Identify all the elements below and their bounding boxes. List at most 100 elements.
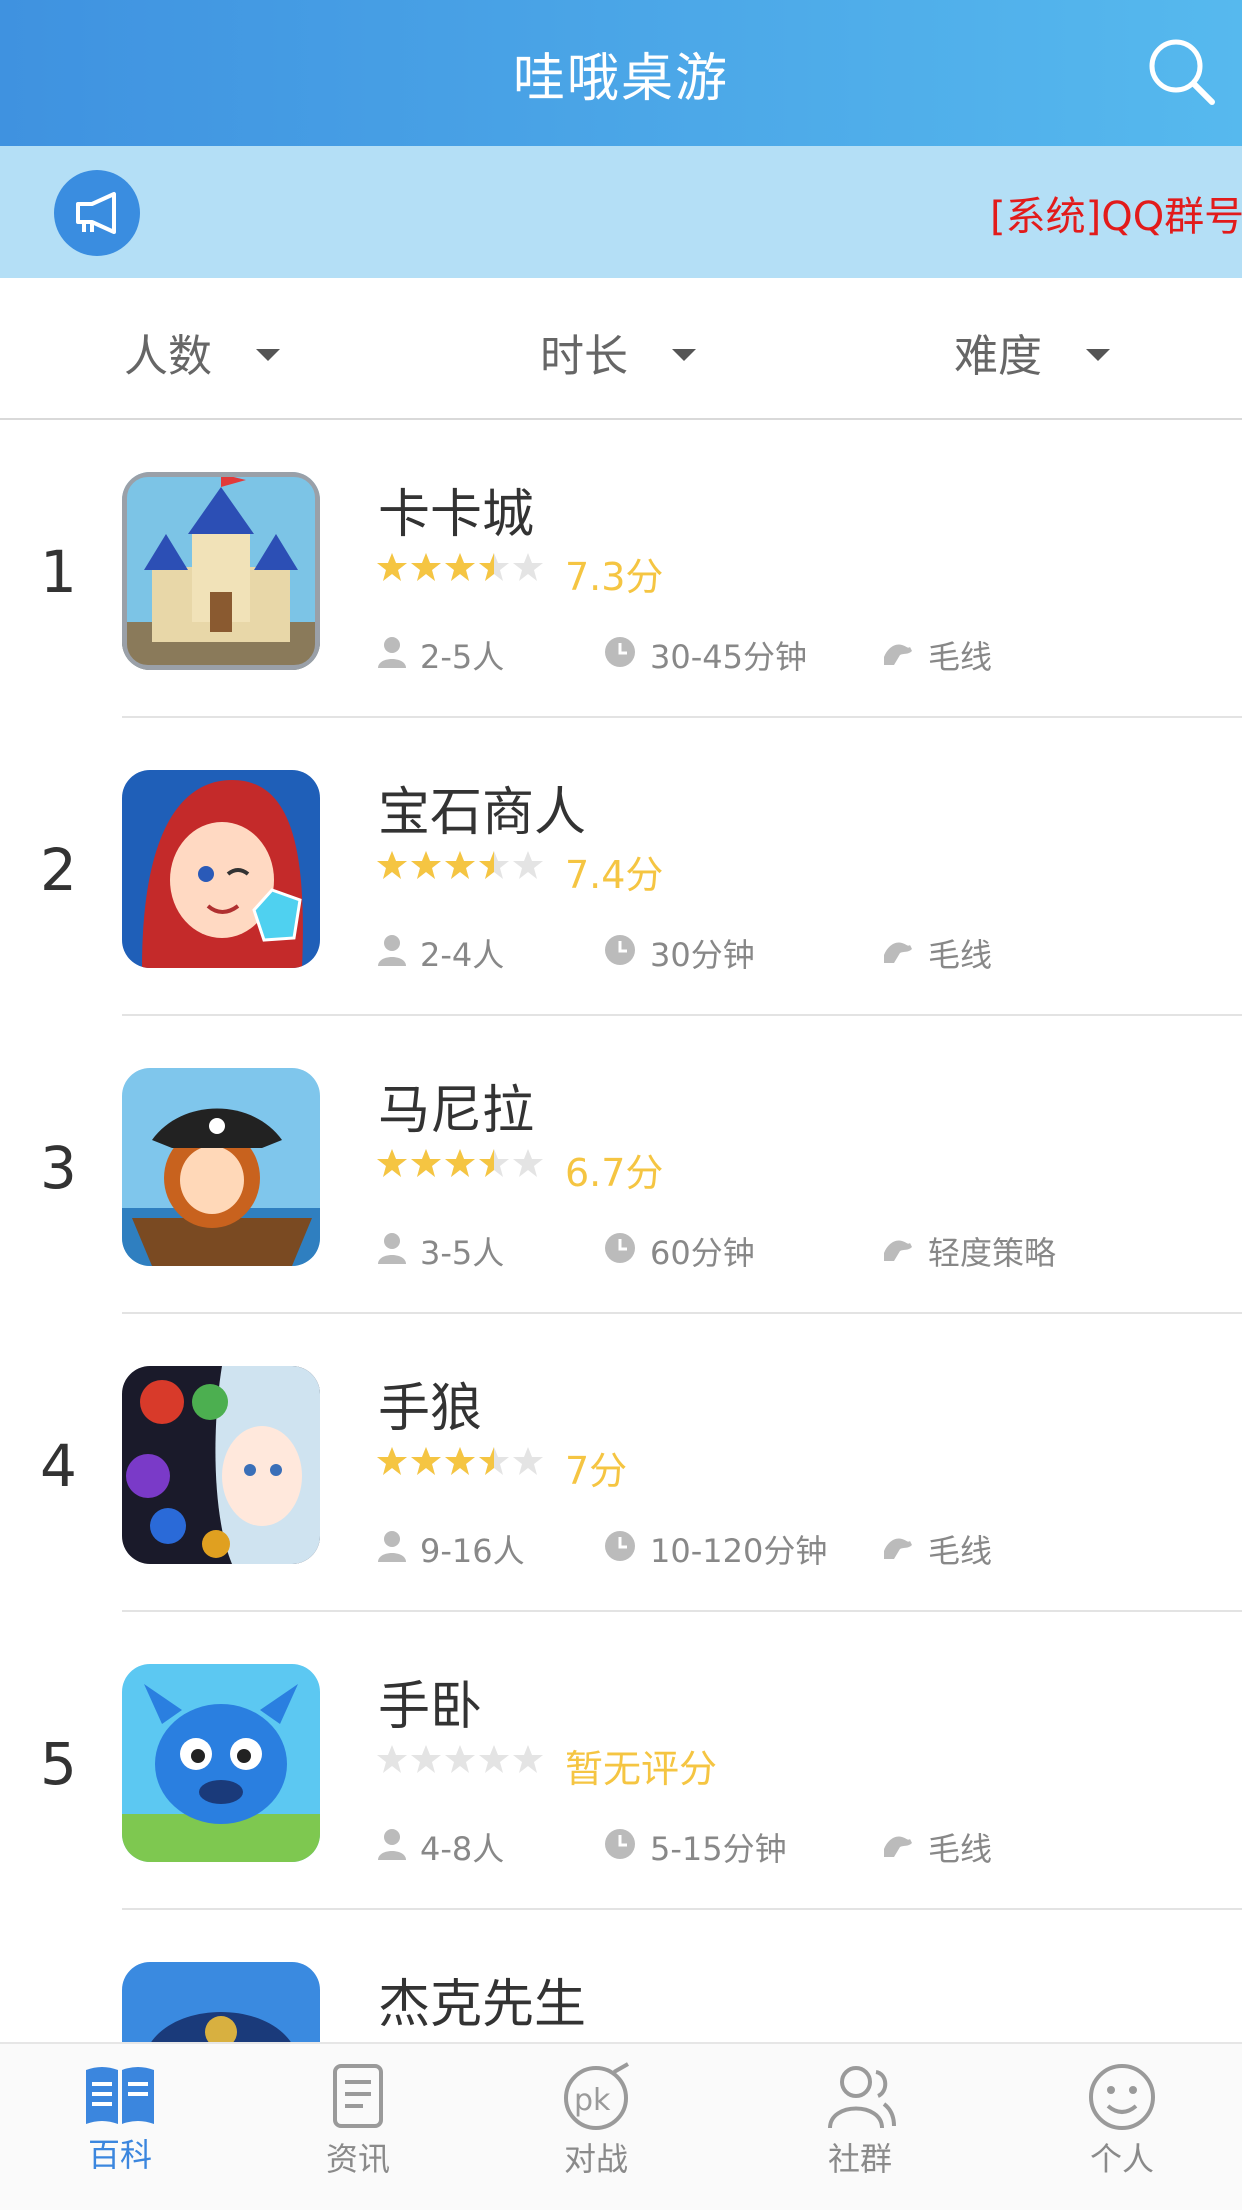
star-filled [445,1149,475,1177]
rating-stars [376,1444,546,1484]
star-filled [377,553,407,581]
caret-down-icon [1086,349,1110,361]
stars-svg [377,1149,543,1177]
difficulty-info: 毛线 [882,1824,992,1870]
star-filled [411,1447,441,1475]
rank-number: 3 [40,1134,77,1202]
rating-stars [376,550,546,590]
list-item[interactable]: 2 宝石商人 7.4分 2-4人 30分钟 毛线 [0,718,1242,1016]
star-filled [445,553,475,581]
tab-label: 社群 [827,2140,892,2178]
caret-down-icon [672,349,696,361]
game-name: 马尼拉 [378,1081,535,1141]
book-icon [86,2067,154,2124]
players-info: 2-4人 [378,930,504,977]
duration-info: 60分钟 [604,1228,755,1275]
game-score: 暂无评分 [565,1747,718,1791]
duration-info: 5-15分钟 [604,1824,787,1871]
game-score: 6.7分 [565,1151,664,1195]
tab-battle[interactable]: pk 对战 [516,2062,676,2180]
star-filled [445,1447,475,1475]
document-icon [333,2064,383,2128]
caret-down-icon [256,349,280,361]
duration-text: 30-45分钟 [650,638,807,676]
person-icon [378,1530,406,1570]
duration-info: 10-120分钟 [604,1526,827,1573]
game-icon-werewolf [122,1366,320,1564]
star-filled [479,1149,494,1177]
tab-label: 百科 [87,2136,152,2174]
players-info: 3-5人 [378,1228,504,1275]
duration-info: 30分钟 [604,930,755,977]
players-text: 2-4人 [420,936,505,974]
game-score: 7.4分 [565,853,664,897]
person-icon [378,1232,406,1272]
muscle-icon [882,1829,914,1867]
tab-wiki[interactable]: 百科 [40,2062,200,2176]
clock-icon [604,934,636,974]
clock-icon [604,1828,636,1868]
group-icon [828,2066,896,2129]
tab-news[interactable]: 资讯 [278,2062,438,2180]
game-icon-gem-merchant [122,770,320,968]
players-text: 4-8人 [420,1830,505,1868]
stars-svg [377,1745,543,1773]
stars-svg [377,851,543,879]
star-filled [377,1149,407,1177]
search-icon[interactable] [1142,32,1222,112]
star-filled [479,851,494,879]
tab-community[interactable]: 社群 [780,2062,940,2180]
megaphone-icon [54,170,140,256]
list-item[interactable]: 5 手卧 暂无评分 4-8人 5-15分钟 毛线 [0,1612,1242,1910]
star-empty [513,1745,543,1773]
list-item[interactable]: 4 手狼 7分 9-16人 10-120分钟 毛线 [0,1314,1242,1612]
game-score: 7.3分 [565,555,664,599]
list-item[interactable]: 1 卡卡城 7.3分 2-5人 30-45分钟 毛线 [0,420,1242,718]
clock-icon [604,636,636,676]
star-filled [445,851,475,879]
tab-profile[interactable]: 个人 [1042,2062,1202,2180]
rank-number: 5 [40,1730,77,1798]
filter-label: 人数 [124,331,212,382]
filter-duration[interactable]: 时长 [540,320,696,382]
star-empty [513,553,543,581]
game-icon-manila [122,1068,320,1266]
app-header: 哇哦桌游 [0,0,1242,146]
game-icon-castle [122,472,320,670]
filter-players[interactable]: 人数 [124,320,280,382]
star-empty [479,1745,509,1773]
star-filled [411,1149,441,1177]
filter-difficulty[interactable]: 难度 [954,320,1110,382]
stars-svg [377,1447,543,1475]
star-filled [411,851,441,879]
game-name: 宝石商人 [378,783,587,843]
duration-text: 30分钟 [650,936,755,974]
person-icon [378,934,406,974]
difficulty-info: 毛线 [882,1526,992,1572]
game-icon-monster [122,1664,320,1862]
list-item[interactable]: 3 马尼拉 6.7分 3-5人 60分钟 轻度策略 [0,1016,1242,1314]
players-text: 9-16人 [420,1532,525,1570]
difficulty-text: 毛线 [928,638,993,676]
players-info: 2-5人 [378,632,504,679]
rank-number: 2 [40,836,77,904]
muscle-icon [882,637,914,675]
muscle-icon [882,1531,914,1569]
star-filled [411,553,441,581]
difficulty-info: 毛线 [882,632,992,678]
game-name: 手狼 [378,1379,483,1439]
difficulty-text: 毛线 [928,1830,993,1868]
star-empty [445,1745,475,1773]
notice-text: [系统]QQ群号 [990,194,1242,240]
star-empty [513,1447,543,1475]
star-empty [513,851,543,879]
duration-info: 30-45分钟 [604,632,807,679]
players-info: 9-16人 [378,1526,525,1573]
notice-bar[interactable]: [系统]QQ群号 [0,146,1242,278]
game-name: 手卧 [378,1677,483,1737]
rating-stars [376,1146,546,1186]
players-text: 2-5人 [420,638,505,676]
difficulty-text: 轻度策略 [928,1234,1057,1272]
star-filled [377,851,407,879]
person-icon [378,636,406,676]
